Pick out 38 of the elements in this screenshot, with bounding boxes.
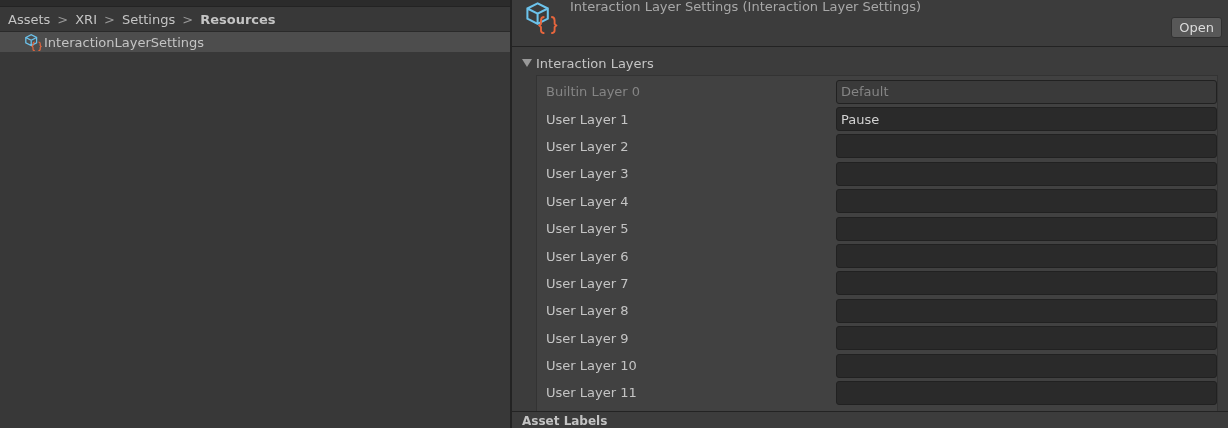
- layer-label: User Layer 4: [546, 193, 630, 209]
- breadcrumb-separator: >: [57, 11, 69, 27]
- layer-label: User Layer 11: [546, 385, 638, 401]
- asset-list-item[interactable]: InteractionLayerSettings: [0, 32, 510, 52]
- inspector-title: Interaction Layer Settings (Interaction Layer Settings): [570, 0, 922, 16]
- layer-name-field[interactable]: [836, 298, 1217, 323]
- breadcrumb-separator: >: [182, 11, 194, 27]
- breadcrumb-item[interactable]: Assets: [8, 11, 51, 27]
- layer-label: User Layer 3: [546, 166, 630, 182]
- layer-name-field[interactable]: [836, 271, 1217, 296]
- layer-name-field[interactable]: [836, 189, 1217, 214]
- foldout-arrow-icon: [522, 58, 532, 68]
- layer-name-field[interactable]: [836, 216, 1217, 241]
- layer-name-field[interactable]: Pause: [836, 107, 1217, 132]
- breadcrumb-item[interactable]: Resources: [200, 11, 276, 27]
- layer-label: User Layer 5: [546, 221, 630, 237]
- layer-name-field[interactable]: [836, 244, 1217, 269]
- open-button[interactable]: Open: [1171, 17, 1222, 38]
- layer-label: User Layer 2: [546, 138, 630, 154]
- layer-name-field[interactable]: [836, 161, 1217, 186]
- breadcrumb-item[interactable]: XRI: [75, 11, 97, 27]
- breadcrumb-separator: >: [104, 11, 115, 27]
- asset-cube-icon: [24, 33, 42, 51]
- layer-label: User Layer 8: [546, 303, 630, 319]
- layer-label: User Layer 6: [546, 248, 630, 264]
- breadcrumb-item[interactable]: Settings: [121, 11, 176, 27]
- layer-label: User Layer 10: [546, 358, 638, 374]
- layer-name-field[interactable]: [836, 326, 1217, 351]
- layer-name-field[interactable]: [836, 353, 1217, 378]
- asset-cube-icon: [524, 0, 558, 34]
- layer-name-field[interactable]: [836, 381, 1217, 405]
- section-foldout[interactable]: Interaction Layers: [512, 51, 1228, 75]
- layer-label: User Layer 9: [546, 330, 630, 346]
- layer-name-field[interactable]: [836, 134, 1217, 159]
- layer-label: User Layer 7: [546, 275, 630, 291]
- asset-labels-heading: Asset Labels: [522, 414, 608, 428]
- layer-label: Builtin Layer 0: [546, 84, 642, 100]
- layer-label: User Layer 1: [546, 111, 630, 127]
